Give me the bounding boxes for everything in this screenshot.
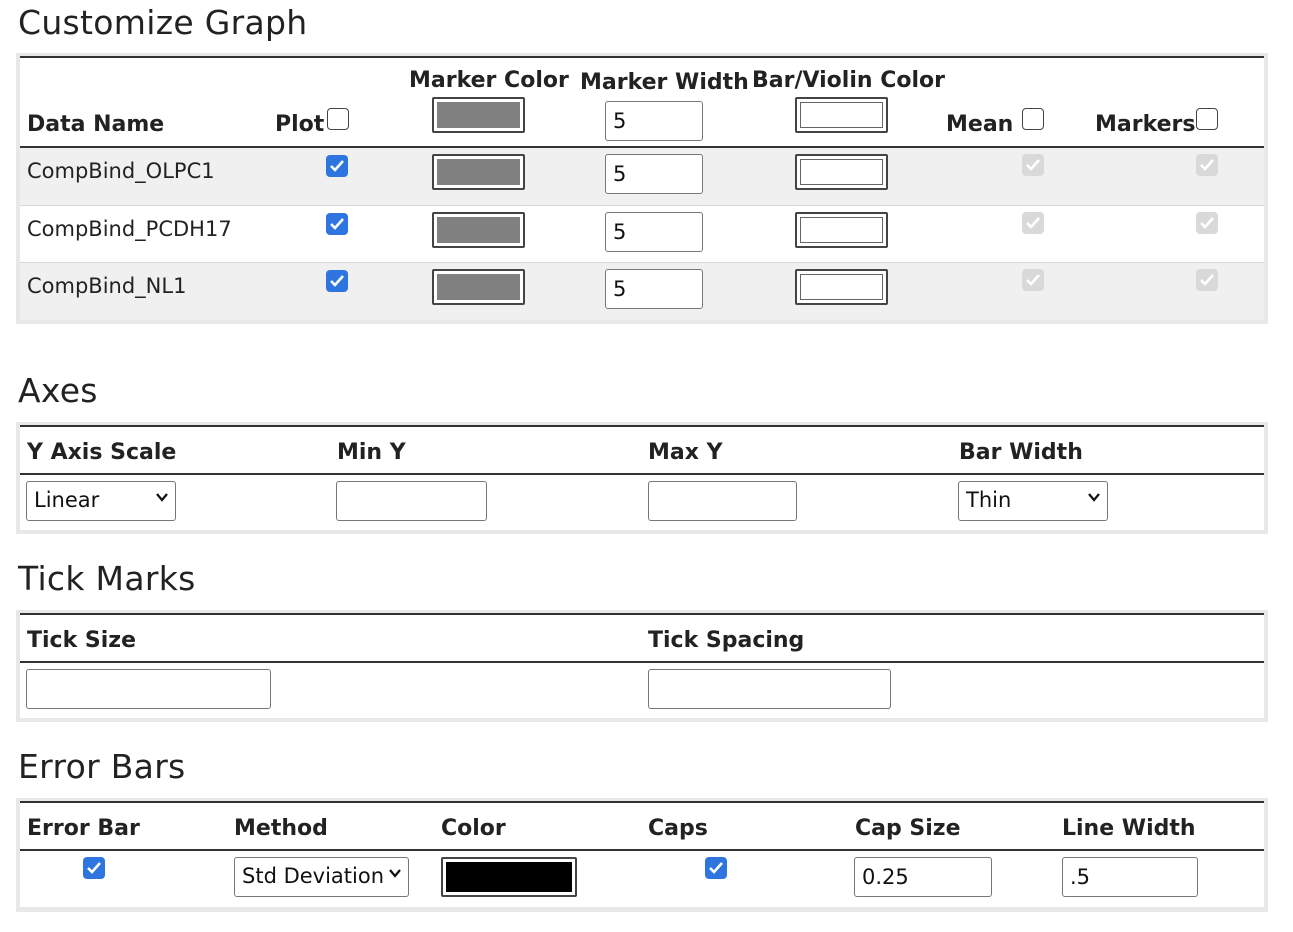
marker-width-input[interactable] <box>605 212 703 252</box>
marker-color-swatch[interactable] <box>432 154 525 190</box>
data-name-cell: CompBind_OLPC1 <box>27 159 215 183</box>
plot-checkbox[interactable] <box>326 270 348 292</box>
error-bars-title: Error Bars <box>18 747 186 786</box>
check-icon <box>1200 159 1214 171</box>
table-row: CompBind_NL1 <box>20 263 1264 320</box>
marker-width-input[interactable] <box>605 154 703 194</box>
header-mean: Mean <box>946 112 1014 137</box>
header-caps: Caps <box>648 816 708 841</box>
header-error-bar: Error Bar <box>27 816 140 841</box>
caps-checkbox[interactable] <box>705 857 727 879</box>
data-name-cell: CompBind_NL1 <box>27 274 187 298</box>
check-icon <box>330 275 344 287</box>
check-icon <box>1200 217 1214 229</box>
plot-checkbox[interactable] <box>326 213 348 235</box>
header-max-y: Max Y <box>648 440 723 465</box>
check-icon <box>709 862 723 874</box>
marker-width-input[interactable] <box>605 269 703 309</box>
method-select[interactable]: Std Deviation <box>234 857 409 897</box>
header-bar-violin-color: Bar/Violin Color <box>752 68 945 93</box>
bar-color-swatch[interactable] <box>795 212 888 248</box>
bar-color-swatch[interactable] <box>795 269 888 305</box>
markers-checkbox[interactable] <box>1196 154 1218 176</box>
tick-size-input[interactable] <box>26 669 271 709</box>
y-axis-scale-select[interactable]: Linear <box>26 481 176 521</box>
header-plot: Plot <box>275 112 325 137</box>
header-marker-color: Marker Color <box>409 68 569 93</box>
tick-marks-panel: Tick Size Tick Spacing <box>16 610 1268 722</box>
marker-color-swatch[interactable] <box>432 269 525 305</box>
header-data-name: Data Name <box>27 112 165 137</box>
min-y-input[interactable] <box>336 481 487 521</box>
check-icon <box>1026 217 1040 229</box>
plot-checkbox[interactable] <box>326 155 348 177</box>
header-line-width: Line Width <box>1062 816 1196 841</box>
table-row: CompBind_OLPC1 <box>20 148 1264 205</box>
customize-graph-panel: Data Name Plot Marker Color Marker Width… <box>16 53 1268 324</box>
header-y-axis-scale: Y Axis Scale <box>27 440 177 465</box>
check-icon <box>1200 274 1214 286</box>
cap-size-input[interactable] <box>854 857 992 897</box>
chevron-down-icon <box>155 490 169 504</box>
check-icon <box>330 218 344 230</box>
header-marker-width: Marker Width <box>580 70 749 95</box>
marker-color-all-swatch[interactable] <box>432 97 525 133</box>
header-tick-size: Tick Size <box>27 628 136 653</box>
header-min-y: Min Y <box>337 440 406 465</box>
tick-spacing-input[interactable] <box>648 669 891 709</box>
check-icon <box>330 160 344 172</box>
check-icon <box>1026 274 1040 286</box>
plot-all-checkbox[interactable] <box>327 108 349 130</box>
bar-color-all-swatch[interactable] <box>795 97 888 133</box>
y-axis-scale-value: Linear <box>34 488 100 512</box>
data-name-cell: CompBind_PCDH17 <box>27 217 232 241</box>
marker-width-all-input[interactable] <box>605 101 703 141</box>
header-method: Method <box>234 816 328 841</box>
markers-checkbox[interactable] <box>1196 269 1218 291</box>
error-bars-panel: Error Bar Method Color Caps Cap Size Lin… <box>16 798 1268 912</box>
customize-graph-title: Customize Graph <box>18 3 308 42</box>
tick-marks-title: Tick Marks <box>18 559 196 598</box>
header-tick-spacing: Tick Spacing <box>648 628 805 653</box>
header-bar-width: Bar Width <box>959 440 1083 465</box>
mean-checkbox[interactable] <box>1022 154 1044 176</box>
axes-panel: Y Axis Scale Min Y Max Y Bar Width Linea… <box>16 422 1268 534</box>
header-color: Color <box>441 816 506 841</box>
marker-color-swatch[interactable] <box>432 212 525 248</box>
mean-all-checkbox[interactable] <box>1022 108 1044 130</box>
line-width-input[interactable] <box>1062 857 1198 897</box>
max-y-input[interactable] <box>648 481 797 521</box>
chevron-down-icon <box>1087 490 1101 504</box>
method-value: Std Deviation <box>242 864 385 888</box>
mean-checkbox[interactable] <box>1022 269 1044 291</box>
check-icon <box>87 862 101 874</box>
bar-width-value: Thin <box>966 488 1012 512</box>
chevron-down-icon <box>388 866 402 880</box>
error-bar-color-swatch[interactable] <box>441 857 577 897</box>
mean-checkbox[interactable] <box>1022 212 1044 234</box>
header-cap-size: Cap Size <box>855 816 961 841</box>
check-icon <box>1026 159 1040 171</box>
bar-color-swatch[interactable] <box>795 154 888 190</box>
header-markers: Markers <box>1095 112 1196 137</box>
markers-checkbox[interactable] <box>1196 212 1218 234</box>
table-row: CompBind_PCDH17 <box>20 206 1264 263</box>
bar-width-select[interactable]: Thin <box>958 481 1108 521</box>
axes-title: Axes <box>18 371 98 410</box>
error-bar-checkbox[interactable] <box>83 857 105 879</box>
markers-all-checkbox[interactable] <box>1196 108 1218 130</box>
